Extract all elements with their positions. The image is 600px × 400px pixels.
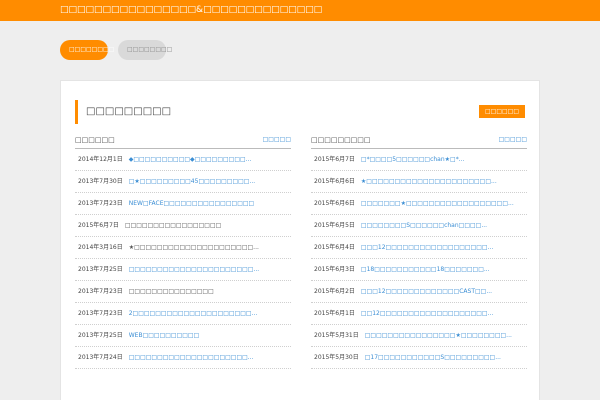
right-column: □□□□□□□□□ □□□□□ 2015年6月7日 □*□□□□5□□□□□□ch… bbox=[311, 136, 527, 369]
list-item: 2015年6月6日 □□□□□□□★□□□□□□□□□□□□□□□□□□... bbox=[311, 193, 527, 215]
list-item: 2014年3月16日 ★□□□□□□□□□□□□□□□□□□□□□... bbox=[75, 237, 291, 259]
item-date: 2015年6月7日 bbox=[314, 156, 355, 163]
item-date: 2015年6月5日 bbox=[314, 222, 355, 229]
list-item: 2015年6月1日 □□12□□□□□□□□□□□□□□□□□□□... bbox=[311, 303, 527, 325]
item-date: 2013年7月24日 bbox=[78, 354, 123, 361]
item-title-link[interactable]: ★□□□□□□□□□□□□□□□□□□□□□... bbox=[129, 244, 259, 251]
item-title-link[interactable]: □★□□□□□□□□□45□□□□□□□□□... bbox=[129, 178, 255, 185]
right-list: 2015年6月7日 □*□□□□5□□□□□□chan★□*... 2015年6月6… bbox=[311, 149, 527, 369]
panel-title: □□□□□□□□□ bbox=[75, 100, 171, 124]
item-title-link[interactable]: □□□□□□□□□□□□□□□□★□□□□□□□□... bbox=[365, 332, 512, 339]
item-date: 2014年3月16日 bbox=[78, 244, 123, 251]
list-item: 2013年7月24日 □□□□□□□□□□□□□□□□□□□□□... bbox=[75, 347, 291, 369]
item-date: 2015年6月2日 bbox=[314, 288, 355, 295]
item-title-link[interactable]: □*□□□□5□□□□□□chan★□*... bbox=[361, 156, 465, 163]
list-item: 2015年6月7日 □□□□□□□□□□□□□□□□□ bbox=[75, 215, 291, 237]
right-column-title: □□□□□□□□□ bbox=[311, 136, 371, 144]
tab-bar: □□□□□□□□ □□□□□□□□ bbox=[60, 40, 172, 60]
item-title-link[interactable]: NEW□FACE□□□□□□□□□□□□□□□□ bbox=[129, 200, 254, 207]
item-date: 2015年6月6日 bbox=[314, 178, 355, 185]
view-all-button[interactable]: □□□□□□ bbox=[479, 105, 525, 118]
item-title-link[interactable]: 2□□□□□□□□□□□□□□□□□□□□□... bbox=[129, 310, 258, 317]
item-title-link[interactable]: □□□12□□□□□□□□□□□□□CAST□□... bbox=[361, 288, 492, 295]
item-date: 2014年12月1日 bbox=[78, 156, 123, 163]
item-title-link[interactable]: □17□□□□□□□□□□□S□□□□□□□□□... bbox=[365, 354, 501, 361]
item-date: 2013年7月25日 bbox=[78, 332, 123, 339]
item-title-link[interactable]: ★□□□□□□□□□□□□□□□□□□□□□□... bbox=[361, 178, 497, 185]
item-date: 2013年7月30日 bbox=[78, 178, 123, 185]
list-item: 2013年7月23日 2□□□□□□□□□□□□□□□□□□□□□... bbox=[75, 303, 291, 325]
site-header: □□□□□□□□□□□□□□□□&□□□□□□□□□□□□□□ bbox=[0, 0, 600, 21]
left-column-title: □□□□□□ bbox=[75, 136, 115, 144]
item-date: 2015年6月3日 bbox=[314, 266, 355, 273]
item-title-link[interactable]: □□□12□□□□□□□□□□□□□□□□□□... bbox=[361, 244, 493, 251]
item-title-link[interactable]: □□□□□□□□□□□□□□□□□ bbox=[125, 222, 221, 229]
list-item: 2015年6月5日 □□□□□□□□S□□□□□□chan□□□□... bbox=[311, 215, 527, 237]
tab-inactive[interactable]: □□□□□□□□ bbox=[118, 40, 172, 60]
item-date: 2015年5月30日 bbox=[314, 354, 359, 361]
list-item: 2013年7月30日 □★□□□□□□□□□45□□□□□□□□□... bbox=[75, 171, 291, 193]
item-date: 2015年6月4日 bbox=[314, 244, 355, 251]
right-column-more-link[interactable]: □□□□□ bbox=[499, 136, 527, 143]
news-panel: □□□□□□□□□ □□□□□□ □□□□□□ □□□□□ 2014年12月1日… bbox=[60, 80, 540, 400]
item-date: 2015年6月1日 bbox=[314, 310, 355, 317]
item-date: 2013年7月23日 bbox=[78, 310, 123, 317]
site-title[interactable]: □□□□□□□□□□□□□□□□&□□□□□□□□□□□□□□ bbox=[60, 5, 322, 15]
item-title-link[interactable]: WEB□□□□□□□□□□ bbox=[129, 332, 200, 339]
list-item: 2015年6月2日 □□□12□□□□□□□□□□□□□CAST□□... bbox=[311, 281, 527, 303]
right-column-header: □□□□□□□□□ □□□□□ bbox=[311, 136, 527, 149]
item-date: 2013年7月23日 bbox=[78, 200, 123, 207]
item-date: 2015年6月6日 bbox=[314, 200, 355, 207]
list-item: 2015年6月6日 ★□□□□□□□□□□□□□□□□□□□□□□... bbox=[311, 171, 527, 193]
item-title-link[interactable]: □□□□□□□★□□□□□□□□□□□□□□□□□□... bbox=[361, 200, 514, 207]
tab-active[interactable]: □□□□□□□□ bbox=[60, 40, 114, 60]
list-item: 2015年6月3日 □18□□□□□□□□□□□18□□□□□□□... bbox=[311, 259, 527, 281]
list-item: 2013年7月25日 □□□□□□□□□□□□□□□□□□□□□□... bbox=[75, 259, 291, 281]
item-title-link[interactable]: □□□□□□□□□□□□□□□□□□□□□□... bbox=[129, 266, 259, 273]
list-item: 2013年7月25日 WEB□□□□□□□□□□ bbox=[75, 325, 291, 347]
item-title-link[interactable]: □18□□□□□□□□□□□18□□□□□□□... bbox=[361, 266, 490, 273]
list-item: 2015年6月4日 □□□12□□□□□□□□□□□□□□□□□□... bbox=[311, 237, 527, 259]
list-item: 2015年5月31日 □□□□□□□□□□□□□□□□★□□□□□□□□... bbox=[311, 325, 527, 347]
item-date: 2015年6月7日 bbox=[78, 222, 119, 229]
left-column-more-link[interactable]: □□□□□ bbox=[263, 136, 291, 143]
list-item: 2013年7月23日 □□□□□□□□□□□□□□□ bbox=[75, 281, 291, 303]
item-title-link[interactable]: □□□□□□□□□□□□□□□ bbox=[129, 288, 214, 295]
item-title-link[interactable]: ◆□□□□□□□□□□◆□□□□□□□□□... bbox=[129, 156, 252, 163]
list-item: 2014年12月1日 ◆□□□□□□□□□□◆□□□□□□□□□... bbox=[75, 149, 291, 171]
item-date: 2013年7月23日 bbox=[78, 288, 123, 295]
item-date: 2013年7月25日 bbox=[78, 266, 123, 273]
list-item: 2013年7月23日 NEW□FACE□□□□□□□□□□□□□□□□ bbox=[75, 193, 291, 215]
left-list: 2014年12月1日 ◆□□□□□□□□□□◆□□□□□□□□□... 2013年7… bbox=[75, 149, 291, 369]
left-column-header: □□□□□□ □□□□□ bbox=[75, 136, 291, 149]
item-title-link[interactable]: □□12□□□□□□□□□□□□□□□□□□□... bbox=[361, 310, 493, 317]
list-item: 2015年5月30日 □17□□□□□□□□□□□S□□□□□□□□□... bbox=[311, 347, 527, 369]
list-item: 2015年6月7日 □*□□□□5□□□□□□chan★□*... bbox=[311, 149, 527, 171]
item-date: 2015年5月31日 bbox=[314, 332, 359, 339]
item-title-link[interactable]: □□□□□□□□S□□□□□□chan□□□□... bbox=[361, 222, 487, 229]
left-column: □□□□□□ □□□□□ 2014年12月1日 ◆□□□□□□□□□□◆□□□□□… bbox=[75, 136, 291, 369]
item-title-link[interactable]: □□□□□□□□□□□□□□□□□□□□□... bbox=[129, 354, 254, 361]
